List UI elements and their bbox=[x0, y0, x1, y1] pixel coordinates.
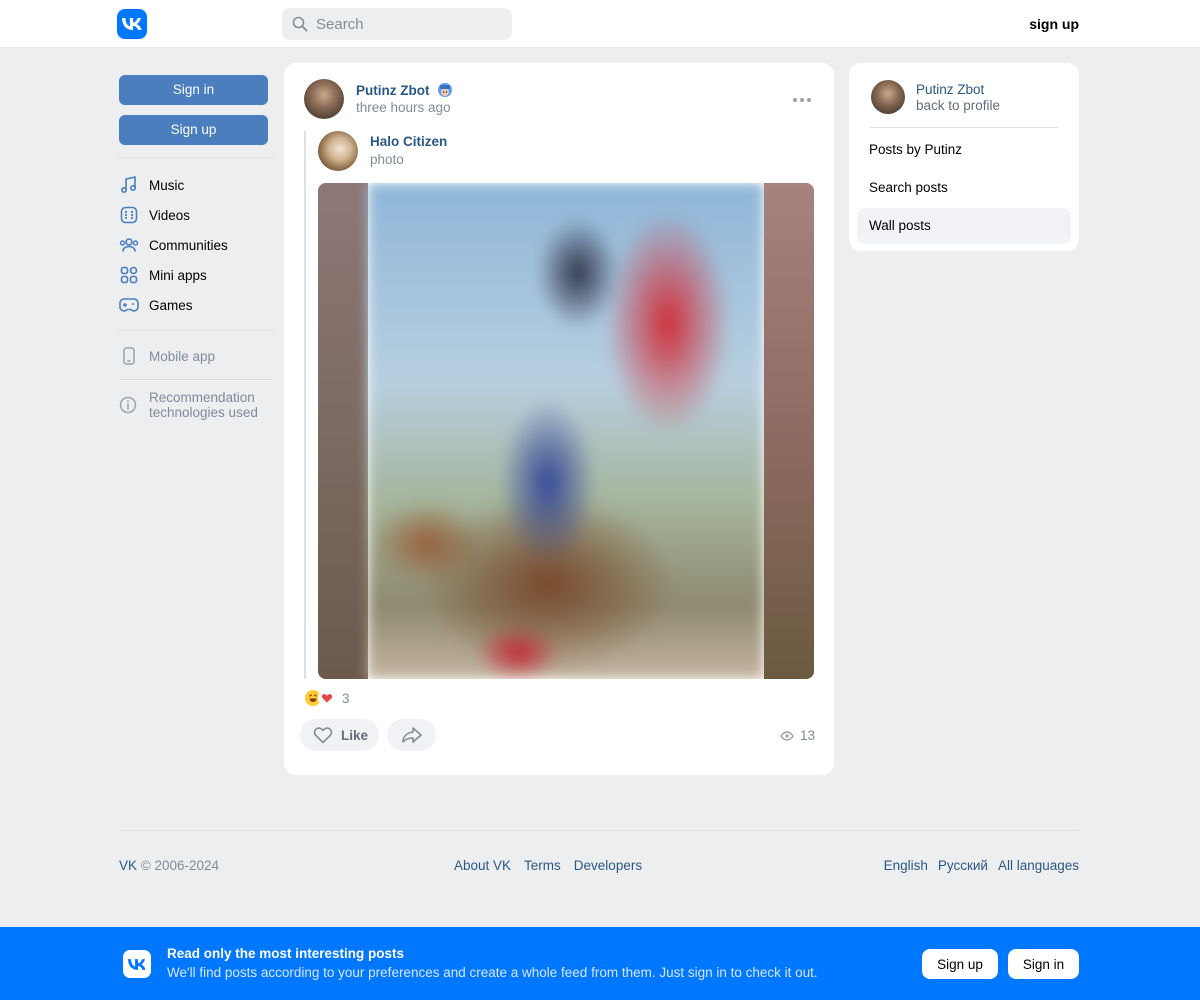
sidebar-item-music[interactable]: Music bbox=[119, 170, 273, 200]
recommendation-info-link[interactable]: Recommendation technologies used bbox=[119, 390, 273, 420]
vk-logo-icon[interactable] bbox=[117, 9, 147, 39]
footer-languages: English Русский All languages bbox=[874, 858, 1079, 873]
footer-vk-link[interactable]: VK bbox=[119, 858, 137, 873]
photo-edge-left bbox=[318, 183, 368, 679]
emoji-status-icon bbox=[437, 82, 453, 101]
reactions-summary[interactable]: 3 bbox=[304, 689, 350, 707]
sidebar-divider bbox=[119, 379, 273, 380]
post-time[interactable]: three hours ago bbox=[356, 100, 451, 115]
video-icon bbox=[119, 205, 139, 225]
top-header: sign up bbox=[0, 0, 1200, 48]
search-icon bbox=[292, 16, 308, 32]
share-icon bbox=[401, 727, 422, 743]
menu-item-wall-posts[interactable]: Wall posts bbox=[857, 208, 1071, 244]
repost-author-avatar[interactable] bbox=[318, 131, 358, 171]
post-author-text: Putinz Zbot bbox=[356, 83, 430, 98]
footer-about-link[interactable]: About VK bbox=[454, 858, 511, 873]
author-avatar[interactable] bbox=[304, 79, 344, 119]
sidebar-divider bbox=[119, 157, 273, 158]
views-count: 13 bbox=[800, 728, 816, 743]
recommendation-label: Recommendation technologies used bbox=[149, 390, 258, 420]
sidebar-item-label: Communities bbox=[149, 237, 228, 253]
post-card: Putinz Zbot three hours ago Halo Citizen… bbox=[284, 63, 834, 775]
repost-subtitle: photo bbox=[370, 152, 404, 167]
sidebar-item-label: Mini apps bbox=[149, 267, 207, 283]
menu-item-search-posts[interactable]: Search posts bbox=[857, 170, 1071, 206]
post-author-name[interactable]: Putinz Zbot bbox=[356, 82, 453, 101]
more-options-icon[interactable] bbox=[792, 91, 812, 106]
mini-apps-icon bbox=[119, 265, 139, 285]
lang-russian-link[interactable]: Русский bbox=[938, 858, 988, 873]
copyright-text: © 2006-2024 bbox=[137, 858, 220, 873]
sidebar-item-label: Videos bbox=[149, 207, 191, 223]
vk-logo-icon bbox=[123, 950, 151, 978]
sidebar-item-mini-apps[interactable]: Mini apps bbox=[119, 260, 273, 290]
info-icon bbox=[119, 396, 139, 416]
phone-icon bbox=[119, 346, 139, 366]
recommendation-line-1: Recommendation bbox=[149, 390, 255, 405]
lang-english-link[interactable]: English bbox=[884, 858, 928, 873]
left-sidebar: Sign in Sign up Music Videos Communities bbox=[119, 75, 273, 420]
share-button[interactable] bbox=[387, 719, 436, 751]
sidebar-item-videos[interactable]: Videos bbox=[119, 200, 273, 230]
photo-image bbox=[368, 183, 764, 679]
like-button[interactable]: Like bbox=[300, 719, 379, 751]
sidebar-item-label: Mobile app bbox=[149, 348, 216, 364]
sign-up-button[interactable]: Sign up bbox=[119, 115, 268, 145]
repost-author-name[interactable]: Halo Citizen bbox=[370, 134, 447, 149]
sign-in-button[interactable]: Sign in bbox=[119, 75, 268, 105]
sidebar-item-label: Games bbox=[149, 297, 193, 313]
footer-links: About VK Terms Developers bbox=[454, 858, 655, 873]
music-icon bbox=[119, 175, 139, 195]
banner-sign-in-button[interactable]: Sign in bbox=[1008, 949, 1079, 979]
banner-title: Read only the most interesting posts bbox=[167, 946, 405, 961]
lang-all-link[interactable]: All languages bbox=[998, 858, 1079, 873]
sidebar-nav: Music Videos Communities Mini apps Games bbox=[119, 170, 273, 320]
sidebar-item-games[interactable]: Games bbox=[119, 290, 273, 320]
post-photo[interactable] bbox=[318, 183, 814, 679]
back-to-profile-link[interactable]: back to profile bbox=[916, 98, 1000, 113]
banner-sign-up-button[interactable]: Sign up bbox=[922, 949, 998, 979]
right-menu: Posts by Putinz Search posts Wall posts bbox=[857, 132, 1071, 246]
footer-terms-link[interactable]: Terms bbox=[524, 858, 561, 873]
menu-item-posts-by[interactable]: Posts by Putinz bbox=[857, 132, 1071, 168]
reactions-count: 3 bbox=[342, 690, 350, 706]
sidebar-divider bbox=[119, 330, 273, 331]
search-input[interactable] bbox=[316, 15, 496, 33]
recommendation-line-2: technologies used bbox=[149, 405, 258, 420]
gamepad-icon bbox=[119, 295, 139, 315]
profile-avatar[interactable] bbox=[871, 80, 905, 114]
eye-icon bbox=[780, 730, 794, 741]
repost-divider-line bbox=[304, 131, 306, 679]
heart-icon bbox=[313, 727, 333, 744]
signup-banner: Read only the most interesting posts We'… bbox=[0, 927, 1200, 1000]
footer-copyright: VK © 2006-2024 bbox=[119, 858, 219, 873]
sidebar-item-mobile-app[interactable]: Mobile app bbox=[119, 341, 273, 371]
search-box[interactable] bbox=[282, 8, 512, 40]
footer-divider bbox=[119, 830, 1079, 831]
banner-subtitle: We'll find posts according to your prefe… bbox=[167, 965, 818, 980]
profile-name-link[interactable]: Putinz Zbot bbox=[916, 82, 984, 97]
header-signup-link[interactable]: sign up bbox=[1029, 16, 1079, 32]
heart-reaction-icon bbox=[318, 689, 336, 707]
photo-edge-right bbox=[764, 183, 814, 679]
sidebar-item-communities[interactable]: Communities bbox=[119, 230, 273, 260]
footer-developers-link[interactable]: Developers bbox=[574, 858, 642, 873]
communities-icon bbox=[119, 235, 139, 255]
right-sidebar-card: Putinz Zbot back to profile Posts by Put… bbox=[849, 63, 1079, 251]
views-counter: 13 bbox=[780, 728, 815, 743]
right-card-divider bbox=[869, 127, 1059, 128]
sidebar-item-label: Music bbox=[149, 177, 185, 193]
like-label: Like bbox=[341, 727, 369, 743]
